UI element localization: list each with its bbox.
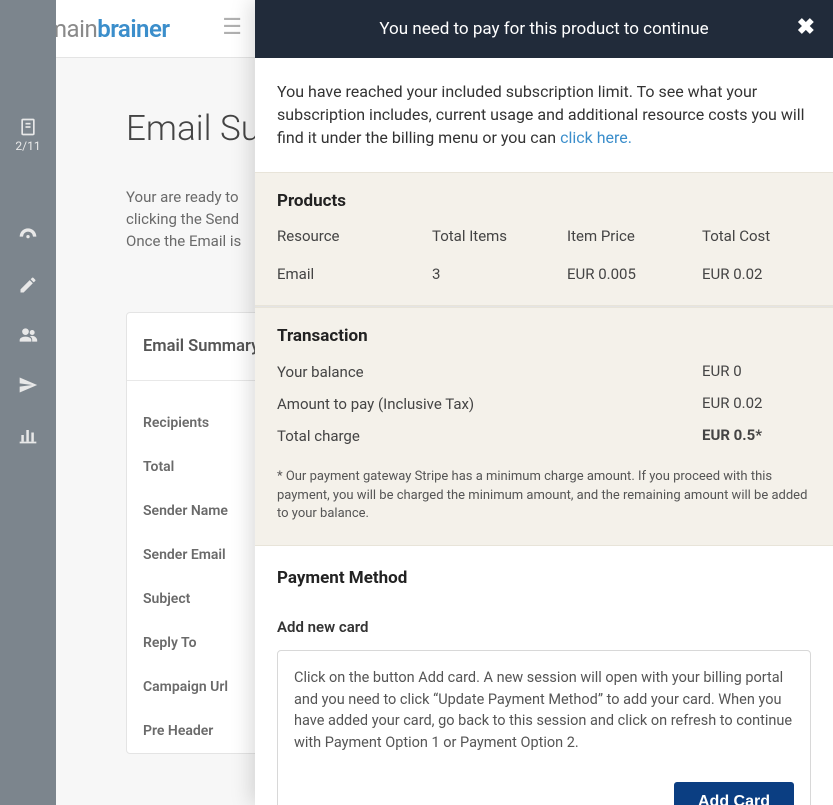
gauge-icon [18, 225, 38, 245]
paper-icon [18, 117, 38, 137]
modal-title: You need to pay for this product to cont… [379, 19, 708, 39]
payment-method-section: Payment Method Add new card Click on the… [255, 546, 833, 805]
people-icon [18, 325, 38, 345]
chart-icon [18, 425, 38, 445]
cell-total-items: 3 [432, 265, 567, 283]
products-table-row: Email 3 EUR 0.005 EUR 0.02 [277, 265, 811, 283]
nav-analytics[interactable] [0, 410, 56, 460]
paper-plane-icon [18, 375, 38, 395]
col-total-items: Total Items [432, 227, 567, 245]
products-section: Products Resource Total Items Item Price… [255, 172, 833, 306]
col-resource: Resource [277, 227, 432, 245]
add-card-instructions: Click on the button Add card. A new sess… [294, 667, 794, 754]
transaction-heading: Transaction [277, 326, 811, 346]
subscription-limit-text: You have reached your included subscript… [255, 58, 833, 172]
pencil-icon [18, 275, 38, 295]
step-counter-text: 2/11 [15, 139, 40, 153]
click-here-link[interactable]: click here. [560, 128, 632, 147]
cell-resource: Email [277, 265, 432, 283]
nav-edit[interactable] [0, 260, 56, 310]
step-indicator[interactable]: 2/11 [0, 110, 56, 160]
transaction-row-amount: Amount to pay (Inclusive Tax) EUR 0.02 [277, 394, 811, 414]
menu-toggle-icon[interactable]: ☰ [222, 15, 242, 40]
col-item-price: Item Price [567, 227, 702, 245]
close-icon[interactable]: ✖ [797, 15, 815, 40]
modal-header: You need to pay for this product to cont… [255, 0, 833, 58]
stripe-disclaimer: * Our payment gateway Stripe has a minim… [277, 468, 811, 523]
add-card-box: Click on the button Add card. A new sess… [277, 650, 811, 805]
add-card-button[interactable]: Add Card [674, 782, 794, 805]
nav-contacts[interactable] [0, 310, 56, 360]
nav-dashboard[interactable] [0, 210, 56, 260]
products-heading: Products [277, 191, 811, 211]
sidebar: 2/11 [0, 0, 56, 805]
transaction-row-balance: Your balance EUR 0 [277, 362, 811, 382]
cell-total-cost: EUR 0.02 [702, 265, 811, 283]
cell-item-price: EUR 0.005 [567, 265, 702, 283]
brand-text-brainer: brainer [97, 15, 169, 43]
payment-modal: You need to pay for this product to cont… [255, 0, 833, 805]
nav-send[interactable] [0, 360, 56, 410]
transaction-section: Transaction Your balance EUR 0 Amount to… [255, 307, 833, 546]
products-table-header: Resource Total Items Item Price Total Co… [277, 227, 811, 245]
modal-body: You have reached your included subscript… [255, 58, 833, 805]
col-total-cost: Total Cost [702, 227, 811, 245]
payment-method-heading: Payment Method [277, 568, 811, 588]
add-new-card-label: Add new card [277, 618, 811, 636]
transaction-row-total: Total charge EUR 0.5* [277, 426, 811, 446]
